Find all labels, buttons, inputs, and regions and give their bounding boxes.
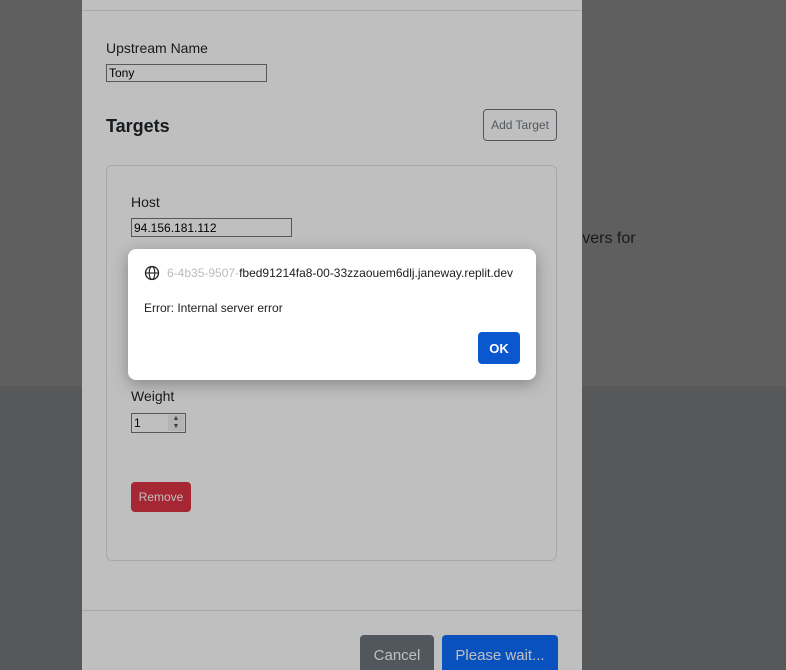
alert-origin: 6-4b35-9507-fbed91214fa8-00-33zzaouem6dl… bbox=[167, 266, 527, 280]
globe-icon bbox=[144, 265, 160, 281]
browser-alert-dialog: 6-4b35-9507-fbed91214fa8-00-33zzaouem6dl… bbox=[128, 249, 536, 380]
alert-message: Error: Internal server error bbox=[144, 301, 283, 315]
alert-origin-main: fbed91214fa8-00-33zzaouem6dlj.janeway.re… bbox=[239, 266, 514, 280]
alert-origin-faded: 6-4b35-9507- bbox=[167, 266, 240, 280]
alert-ok-button[interactable]: OK bbox=[478, 332, 520, 364]
